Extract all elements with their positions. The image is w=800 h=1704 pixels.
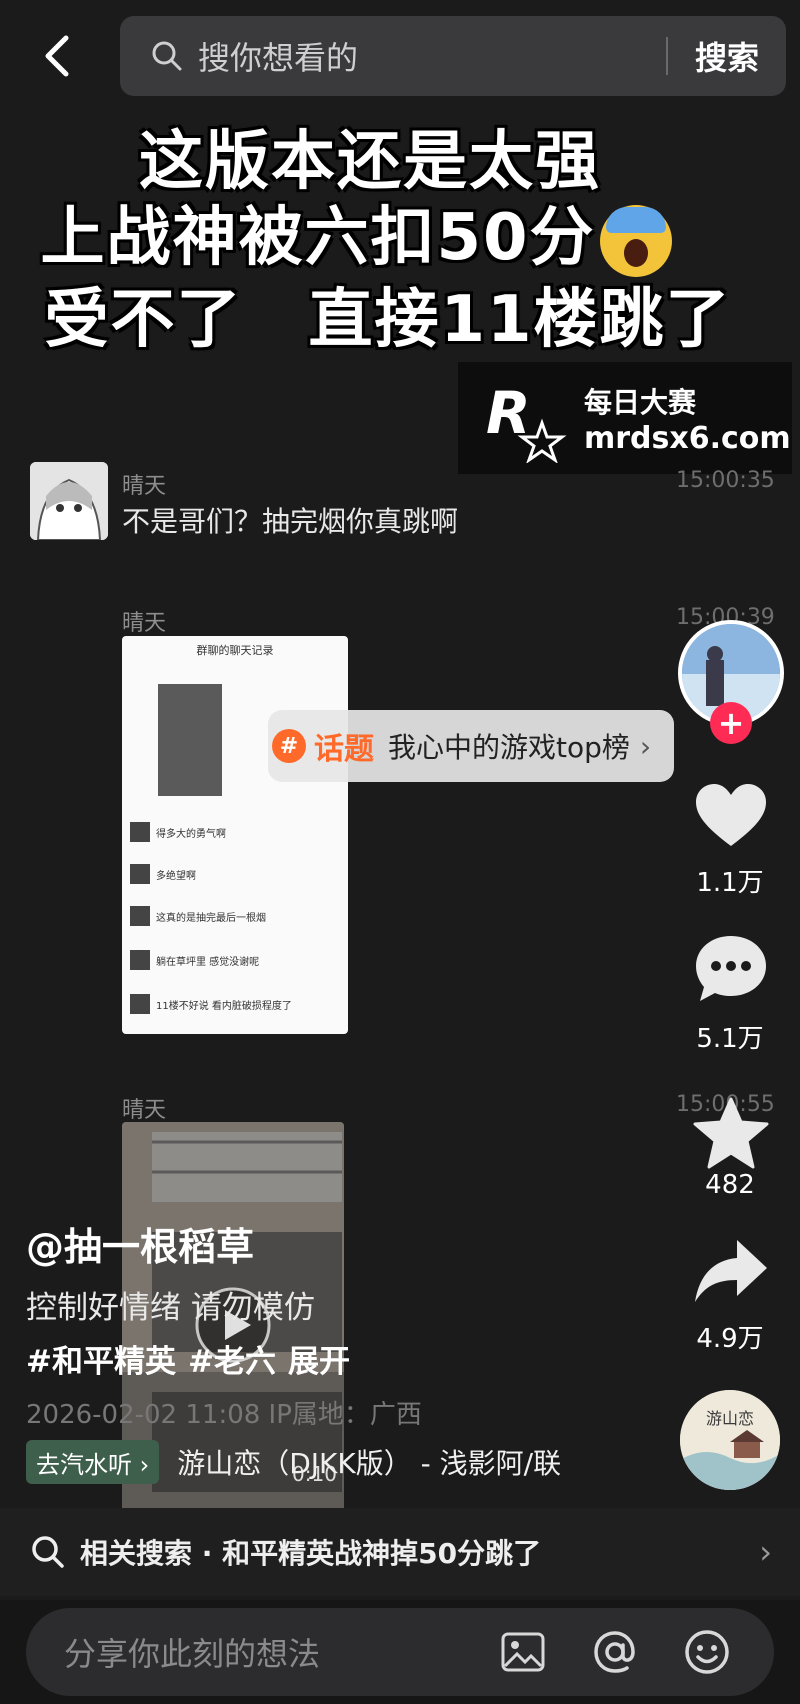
related-search-bar[interactable]: 相关搜索 · 和平精英战神掉50分跳了 › (0, 1508, 800, 1596)
caption-line-2-text: 上战神被六扣50分 (40, 201, 596, 275)
topic-text: 我心中的游戏top榜 (388, 731, 630, 764)
follow-button[interactable]: + (710, 702, 752, 744)
watermark-url: mrdsx6.com (584, 420, 791, 456)
screenshot-row: 11楼不好说 看内脏破损程度了 (130, 994, 292, 1014)
chat-sender-name: 晴天 (122, 1098, 167, 1123)
search-bar[interactable]: 搜你想看的 搜索 (120, 16, 786, 96)
watermark-logo: R (480, 373, 570, 464)
screenshot-row-avatar (130, 822, 150, 842)
screenshot-row: 得多大的勇气啊 (130, 822, 226, 842)
search-button[interactable]: 搜索 (668, 33, 786, 79)
chevron-right-icon: › (759, 1533, 772, 1571)
hashtag-link[interactable]: #和平精英 (26, 1344, 176, 1380)
screenshot-row: 多绝望啊 (130, 864, 196, 884)
screenshot-row-text: 得多大的勇气啊 (156, 828, 226, 840)
share-count: 4.9万 (696, 1324, 764, 1354)
mention-button[interactable] (590, 1627, 640, 1677)
author-name[interactable]: @抽一根稻草 (26, 1216, 254, 1271)
share-button[interactable] (688, 1228, 774, 1314)
screenshot-row-text: 这真的是抽完最后一根烟 (156, 912, 266, 924)
emoji-button[interactable] (682, 1627, 732, 1677)
music-row[interactable]: 去汽水听 › 游山恋（DJKK版） - 浅影阿/联 (26, 1440, 561, 1484)
post-tags: #和平精英 #老六 展开 (26, 1336, 362, 1381)
related-search-text: 相关搜索 · 和平精英战神掉50分跳了 (80, 1537, 542, 1570)
screenshot-row-text: 躺在草坪里 感觉没谢呢 (156, 956, 260, 968)
share-arrow-icon (695, 1240, 767, 1302)
chevron-left-icon (45, 35, 69, 77)
screenshot-row-avatar (130, 950, 150, 970)
chat-message-text: 不是哥们？抽完烟你真跳啊 (122, 505, 459, 538)
star-icon (693, 1097, 769, 1169)
comment-input[interactable]: 分享你此刻的想法 (64, 1629, 498, 1675)
at-icon (594, 1631, 635, 1673)
comment-composer[interactable]: 分享你此刻的想法 (26, 1608, 774, 1696)
screenshot-row: 躺在草坪里 感觉没谢呢 (130, 950, 259, 970)
search-icon (152, 41, 182, 71)
smiley-icon (685, 1630, 729, 1674)
image-icon (501, 1632, 545, 1672)
comment-icon (696, 936, 766, 1001)
music-disc-text: 游山恋 (706, 1409, 754, 1428)
chevron-right-icon: › (639, 729, 652, 763)
topic-label: 话题 (314, 732, 374, 767)
screenshot-row: 这真的是抽完最后一根烟 (130, 906, 266, 926)
chat-timestamp: 15:00:35 (676, 468, 775, 493)
topic-pill[interactable]: # 话题 我心中的游戏top榜 › (268, 710, 674, 782)
heart-icon (696, 784, 766, 846)
screenshot-photo (158, 684, 222, 796)
like-button[interactable] (688, 772, 774, 858)
music-title[interactable]: 游山恋（DJKK版） - 浅影阿/联 (177, 1442, 561, 1482)
image-button[interactable] (498, 1627, 548, 1677)
caption-line-3: 受不了 直接11楼跳了 (44, 283, 732, 357)
watermark: R 每日大赛 mrdsx6.com (458, 362, 792, 474)
chat-screenshot-image[interactable]: 群聊的聊天记录 得多大的勇气啊 多绝望啊 这真的是抽完最后一根烟 躺在草坪里 感… (122, 636, 348, 1034)
hashtag-icon: # (272, 729, 306, 763)
screenshot-row-text: 多绝望啊 (156, 870, 196, 882)
screenshot-row-avatar (130, 864, 150, 884)
listen-badge[interactable]: 去汽水听 › (26, 1440, 160, 1484)
scream-emoji-icon (599, 205, 672, 278)
expand-button[interactable]: 展开 (288, 1344, 350, 1380)
screenshot-row-avatar (130, 994, 150, 1014)
caption-line-2: 上战神被六扣50分 (0, 186, 756, 278)
chat-sender-name: 晴天 (122, 611, 167, 636)
back-button[interactable] (36, 30, 76, 82)
hashtag-link[interactable]: #老六 (188, 1344, 276, 1380)
favorite-count: 482 (705, 1170, 755, 1200)
music-disc[interactable]: 游山恋 (680, 1390, 780, 1490)
watermark-name: 每日大赛 (584, 385, 697, 419)
favorite-button[interactable] (688, 1090, 774, 1176)
comment-button[interactable] (688, 926, 774, 1012)
screenshot-title: 群聊的聊天记录 (196, 644, 274, 657)
search-icon (32, 1536, 64, 1568)
post-description: 控制好情绪 请勿模仿 (26, 1290, 315, 1326)
chat-sender-name: 晴天 (122, 474, 167, 499)
chat-avatar (30, 462, 108, 540)
like-count: 1.1万 (696, 868, 764, 898)
post-meta: 2026-02-02 11:08 IP属地：广西 (26, 1400, 422, 1430)
screenshot-row-text: 11楼不好说 看内脏破损程度了 (156, 1000, 292, 1012)
screenshot-row-avatar (130, 906, 150, 926)
search-input[interactable]: 搜你想看的 (198, 33, 666, 79)
comment-count: 5.1万 (696, 1024, 764, 1054)
